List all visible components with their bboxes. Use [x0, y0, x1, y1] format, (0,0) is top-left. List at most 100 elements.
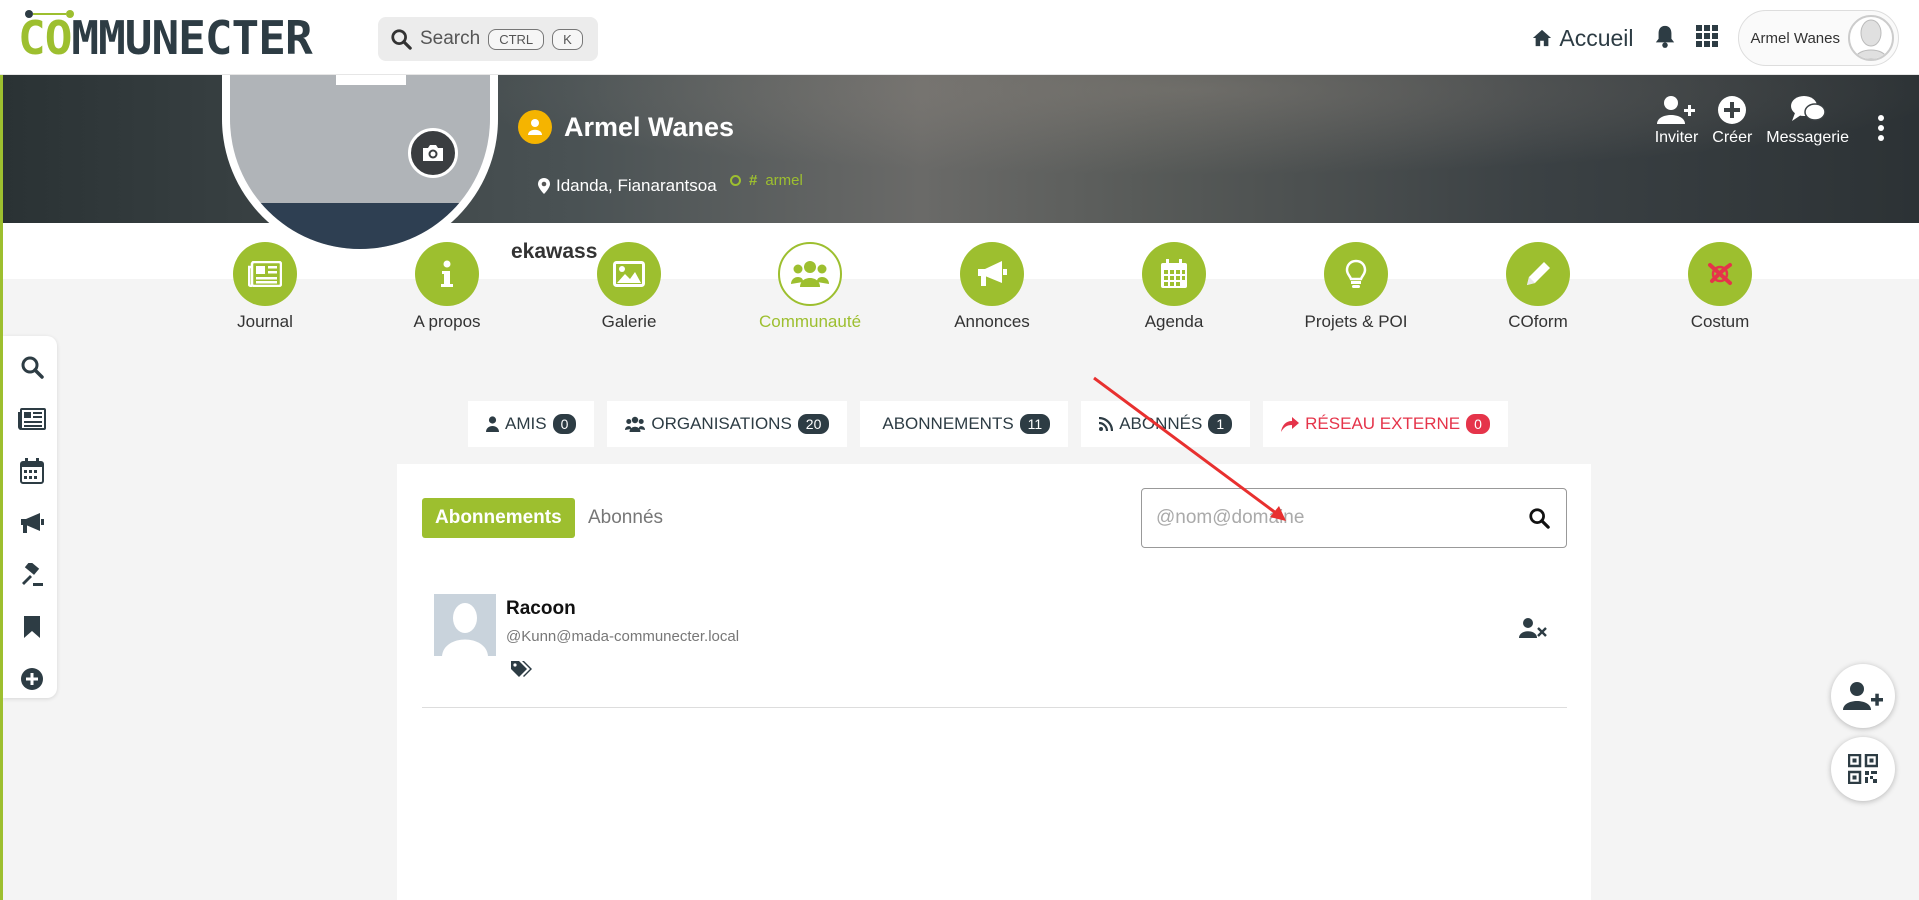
profile-name: Armel Wanes: [564, 111, 735, 142]
filter-organisations-label: ORGANISATIONS: [651, 414, 792, 433]
filter-reseau-externe-label: RÉSEAU EXTERNE: [1305, 414, 1461, 433]
home-label: Accueil: [1559, 24, 1634, 51]
profile-image-tab: [336, 75, 406, 85]
nav-apropos[interactable]: A propos: [367, 242, 527, 332]
more-dot: [1878, 135, 1884, 141]
top-right-actions: Accueil Armel Wanes: [1531, 8, 1899, 68]
user-name: Armel Wanes: [1750, 29, 1840, 47]
search-icon: [1529, 508, 1550, 529]
sidebar-calendar[interactable]: [17, 456, 47, 486]
avatar[interactable]: [434, 594, 496, 656]
home-link[interactable]: Accueil: [1531, 24, 1634, 52]
filter-reseau-externe-count: 0: [1466, 414, 1490, 434]
global-search-button[interactable]: Search CTRL K: [378, 17, 598, 61]
profile-tag-text: armel: [765, 172, 803, 189]
nav-communaute-label: Communauté: [758, 312, 862, 331]
kbd-ctrl: CTRL: [488, 28, 545, 50]
filter-amis-count: 0: [552, 414, 577, 434]
more-dot: [1878, 115, 1884, 121]
bookmark-icon: [24, 616, 40, 638]
apps-grid-icon: [1695, 24, 1718, 47]
profile-image-plate: [230, 203, 490, 249]
notifications-button[interactable]: [1654, 24, 1676, 53]
sidebar-decisions[interactable]: [17, 560, 47, 590]
tab-abonnes[interactable]: Abonnés: [588, 498, 663, 538]
filter-abonnements[interactable]: ABONNEMENTS 11: [860, 401, 1069, 447]
qr-code-icon: [1848, 754, 1878, 784]
apps-button[interactable]: [1695, 24, 1718, 52]
filter-abonnes[interactable]: ABONNÉS 1: [1081, 401, 1251, 447]
community-panel: Abonnements Abonnés Racoon @Kunn@mada-co…: [397, 464, 1591, 900]
sidebar-bookmarks[interactable]: [17, 612, 47, 642]
list-item-name[interactable]: Racoon: [506, 598, 576, 620]
fediverse-search-input[interactable]: [1156, 507, 1524, 529]
nav-coform[interactable]: COform: [1458, 242, 1618, 332]
filter-abonnes-count: 1: [1208, 414, 1233, 434]
tags-icon[interactable]: [510, 660, 532, 683]
fediverse-search-button[interactable]: [1524, 503, 1554, 533]
list-item: Racoon @Kunn@mada-communecter.local: [422, 594, 1567, 708]
unfollow-button[interactable]: [1517, 614, 1549, 642]
messaging-button[interactable]: Messagerie: [1766, 95, 1849, 147]
sidebar-news[interactable]: [17, 404, 47, 434]
pencil-icon: [1506, 242, 1570, 306]
kbd-k: K: [552, 28, 583, 50]
nav-projets[interactable]: Projets & POI: [1276, 242, 1436, 332]
invite-label: Inviter: [1654, 129, 1699, 146]
create-label: Créer: [1712, 129, 1753, 146]
logo[interactable]: COMMUNECTER: [18, 8, 313, 64]
info-icon: [415, 242, 479, 306]
nav-communaute[interactable]: Communauté: [730, 242, 890, 332]
filter-organisations-count: 20: [797, 414, 830, 434]
nav-agenda[interactable]: Agenda: [1094, 242, 1254, 332]
add-user-icon: [1843, 682, 1883, 710]
add-contact-button[interactable]: [1831, 664, 1895, 728]
filter-organisations[interactable]: ORGANISATIONS 20: [607, 401, 848, 447]
users-icon: [778, 242, 842, 306]
create-button[interactable]: Créer: [1712, 95, 1752, 147]
search-label: Search: [420, 28, 481, 49]
user-menu[interactable]: Armel Wanes: [1737, 10, 1899, 66]
nav-annonces[interactable]: Annonces: [912, 242, 1072, 332]
profile-tag[interactable]: # armel: [730, 172, 803, 189]
home-icon: [1533, 29, 1552, 47]
nav-journal-label: Journal: [237, 312, 293, 331]
filter-amis[interactable]: AMIS 0: [468, 401, 595, 447]
messaging-label: Messagerie: [1766, 129, 1849, 146]
megaphone-icon: [960, 242, 1024, 306]
section-nav: Journal A propos Galerie Communauté Anno…: [200, 242, 1840, 332]
invite-button[interactable]: Inviter: [1654, 95, 1699, 147]
logo-dots-icon: [25, 10, 74, 18]
sidebar-search[interactable]: [17, 352, 47, 382]
gavel-icon: [22, 563, 43, 586]
left-sidebar: [3, 336, 57, 698]
filter-reseau-externe[interactable]: RÉSEAU EXTERNE 0: [1263, 401, 1508, 447]
camera-icon: [423, 145, 443, 161]
calendar-icon: [1142, 242, 1206, 306]
nav-galerie-label: Galerie: [601, 312, 657, 331]
nav-journal[interactable]: Journal: [185, 242, 345, 332]
newspaper-icon: [233, 242, 297, 306]
avatar: [1848, 15, 1894, 61]
image-icon: [597, 242, 661, 306]
users-icon: [625, 416, 646, 432]
more-options-button[interactable]: [1871, 109, 1891, 147]
search-icon: [391, 29, 412, 50]
nav-costum[interactable]: Costum: [1640, 242, 1800, 332]
fediverse-search: [1141, 488, 1567, 548]
chat-icon: [1790, 96, 1826, 121]
profile-name-block: Armel Wanes: [518, 110, 734, 144]
nav-agenda-label: Agenda: [1144, 312, 1204, 331]
more-dot: [1878, 125, 1884, 131]
profile-location-text: Idanda, Fianarantsoa: [556, 176, 717, 195]
profile-location: Idanda, Fianarantsoa: [538, 176, 717, 196]
filter-amis-label: AMIS: [505, 414, 547, 433]
change-photo-button[interactable]: [408, 128, 458, 178]
tab-abonnements[interactable]: Abonnements: [422, 498, 575, 538]
costum-icon: [1688, 242, 1752, 306]
sidebar-add[interactable]: [17, 664, 47, 694]
community-filters: AMIS 0 ORGANISATIONS 20 ABONNEMENTS 11 A…: [468, 401, 1508, 447]
nav-coform-label: COform: [1508, 312, 1568, 331]
qr-code-button[interactable]: [1831, 737, 1895, 801]
sidebar-announcements[interactable]: [17, 508, 47, 538]
